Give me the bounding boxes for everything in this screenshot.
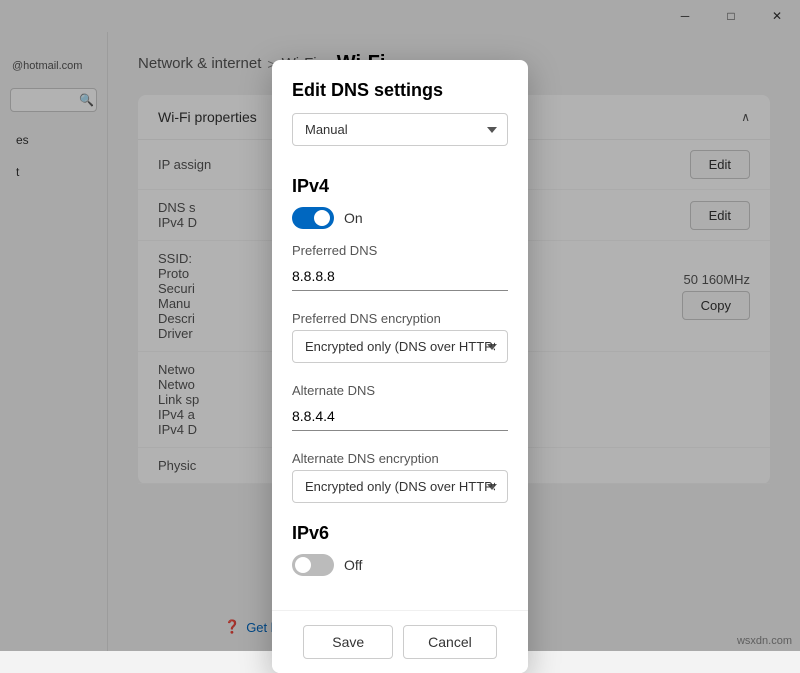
dialog-overlay: Edit DNS settings Manual Automatic (DHCP… (0, 0, 800, 651)
alternate-dns-label: Alternate DNS (292, 383, 508, 398)
preferred-dns-label: Preferred DNS (292, 243, 508, 258)
preferred-dns-encryption-dropdown[interactable]: Encrypted only (DNS over HTTPS) Encrypte… (292, 330, 508, 363)
ipv4-toggle[interactable] (292, 207, 334, 229)
preferred-dns-input[interactable] (292, 262, 508, 291)
alternate-dns-encryption-label: Alternate DNS encryption (292, 451, 508, 466)
ipv6-toggle-thumb (295, 557, 311, 573)
dns-mode-dropdown[interactable]: Manual Automatic (DHCP) (292, 113, 508, 146)
cancel-button[interactable]: Cancel (403, 625, 497, 659)
ipv6-heading: IPv6 (292, 523, 508, 544)
alternate-dns-encryption-dropdown[interactable]: Encrypted only (DNS over HTTPS) Encrypte… (292, 470, 508, 503)
ipv4-toggle-label: On (344, 210, 363, 226)
preferred-dns-encryption-label: Preferred DNS encryption (292, 311, 508, 326)
dialog-title: Edit DNS settings (292, 80, 508, 101)
edit-dns-dialog: Edit DNS settings Manual Automatic (DHCP… (272, 60, 528, 673)
ipv6-toggle[interactable] (292, 554, 334, 576)
alternate-dns-input[interactable] (292, 402, 508, 431)
toggle-thumb (314, 210, 330, 226)
ipv6-toggle-label: Off (344, 557, 362, 573)
dialog-footer: Save Cancel (272, 610, 528, 673)
ipv4-toggle-row: On (292, 207, 508, 229)
dialog-header: Edit DNS settings Manual Automatic (DHCP… (272, 60, 528, 156)
dialog-body: IPv4 On Preferred DNS Preferred DNS encr… (272, 156, 528, 610)
ipv4-heading: IPv4 (292, 176, 508, 197)
ipv6-toggle-row: Off (292, 554, 508, 576)
save-button[interactable]: Save (303, 625, 393, 659)
